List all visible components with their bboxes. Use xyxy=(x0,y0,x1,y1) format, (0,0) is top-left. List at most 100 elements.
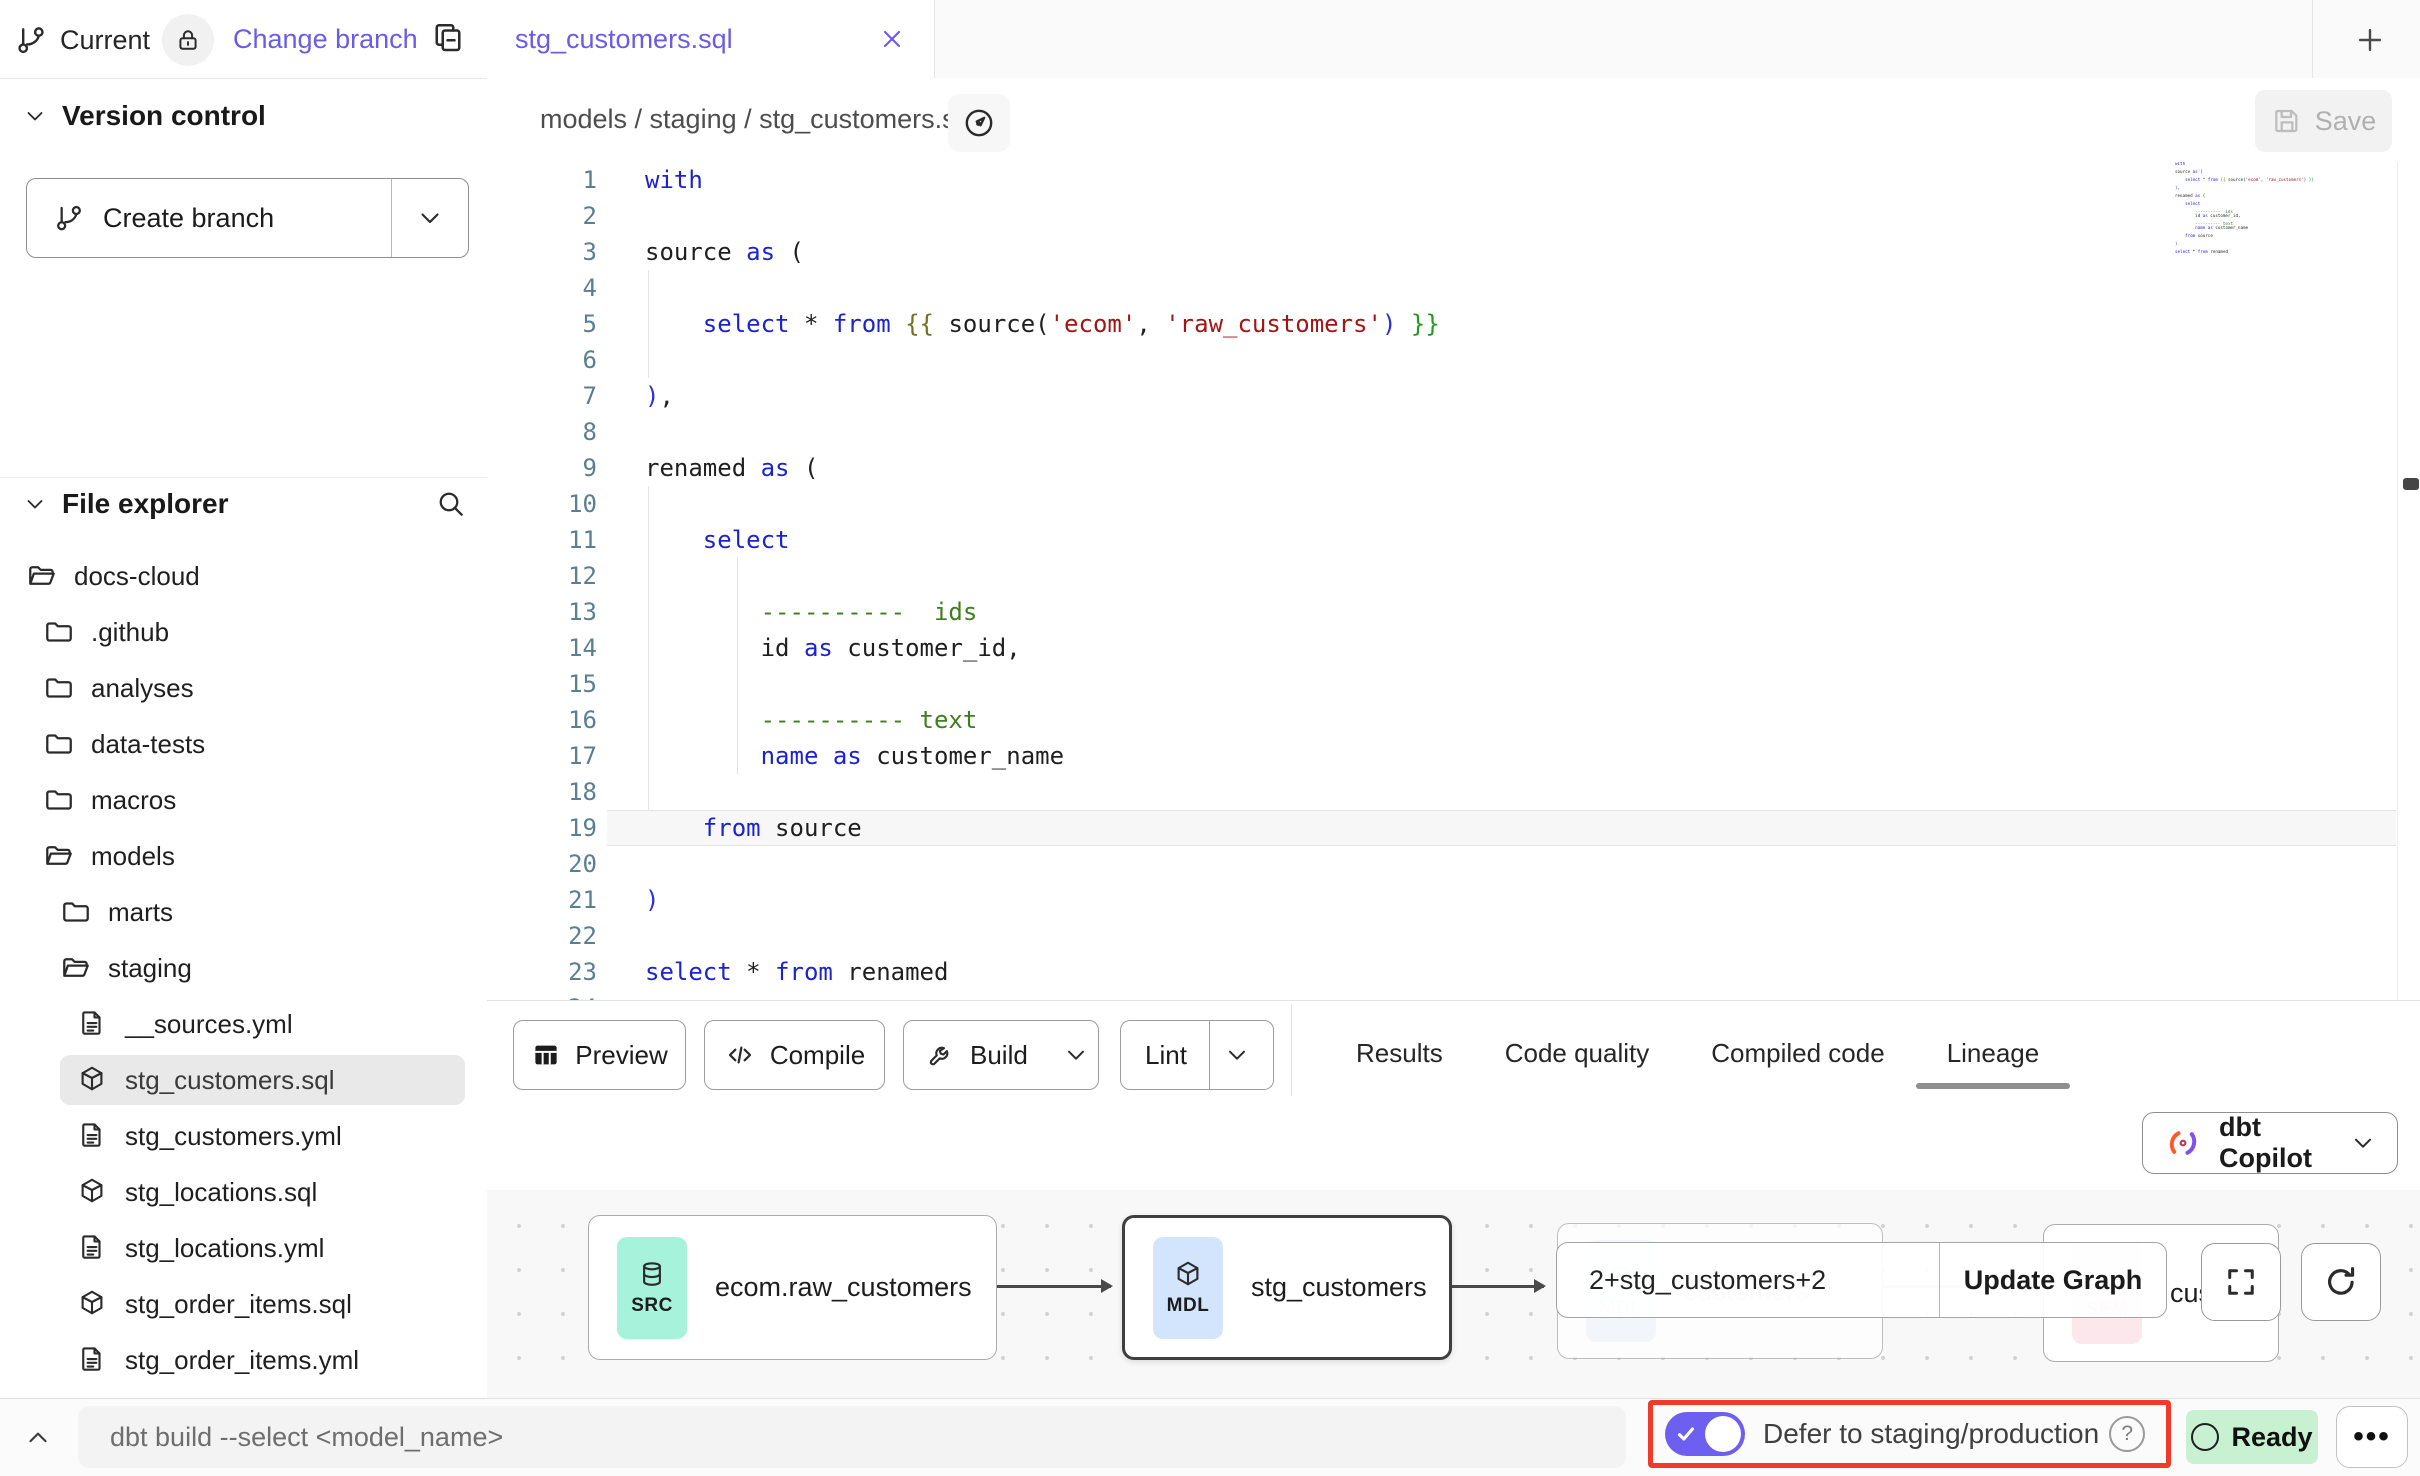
tab-stg-customers-sql[interactable]: stg_customers.sql xyxy=(487,0,935,78)
source-badge: SRC xyxy=(617,1237,687,1339)
panel-tab-results[interactable]: Results xyxy=(1325,1038,1474,1069)
folder-icon xyxy=(43,672,75,704)
file-tree-label: .github xyxy=(91,617,169,648)
line-number: 6 xyxy=(487,342,597,378)
divider xyxy=(1291,1004,1292,1096)
panel-tab-code-quality[interactable]: Code quality xyxy=(1474,1038,1681,1069)
lineage-node-stg-customers[interactable]: MDL stg_customers xyxy=(1122,1215,1452,1360)
current-branch[interactable]: Current xyxy=(14,20,214,60)
build-label: Build xyxy=(970,1040,1028,1071)
file-explorer-header[interactable]: File explorer xyxy=(22,488,467,520)
folder-icon xyxy=(43,728,75,760)
build-button[interactable]: Build xyxy=(903,1020,1099,1090)
model-icon xyxy=(77,1288,109,1320)
indent-guide xyxy=(737,558,738,774)
code-line: ---------- ids xyxy=(645,594,977,630)
lineage-canvas[interactable]: MDL customers SEM customers SRC ecom.raw… xyxy=(487,1190,2420,1398)
current-line-highlight xyxy=(607,810,2396,846)
file-item-stg_order_items.sql[interactable]: stg_order_items.sql xyxy=(0,1276,487,1332)
line-number: 7 xyxy=(487,378,597,414)
fullscreen-button[interactable] xyxy=(2201,1243,2281,1321)
folder-item-analyses[interactable]: analyses xyxy=(0,660,487,716)
indent-guide xyxy=(648,270,649,378)
code-line: renamed as ( xyxy=(645,450,818,486)
folder-item-macros[interactable]: macros xyxy=(0,772,487,828)
command-text: dbt build --select <model_name> xyxy=(110,1422,503,1453)
file-icon xyxy=(77,1344,109,1376)
line-number: 20 xyxy=(487,846,597,882)
copy-icon[interactable] xyxy=(430,20,466,56)
copilot-gauge-icon[interactable] xyxy=(948,94,1010,152)
close-icon[interactable] xyxy=(878,25,906,53)
minimap[interactable]: withsource as ( select * from {{ source(… xyxy=(2175,162,2365,258)
chevron-down-icon xyxy=(22,491,48,517)
update-graph-button[interactable]: Update Graph xyxy=(1940,1265,2166,1296)
file-tree-label: __sources.yml xyxy=(125,1009,293,1040)
panel-tab-lineage[interactable]: Lineage xyxy=(1916,1038,2071,1069)
file-item-stg_customers.sql[interactable]: stg_customers.sql xyxy=(0,1052,487,1108)
save-button[interactable]: Save xyxy=(2255,90,2392,152)
refresh-button[interactable] xyxy=(2301,1243,2381,1321)
folder-open-icon xyxy=(26,560,58,592)
chevron-down-icon[interactable] xyxy=(1062,1041,1090,1069)
preview-button[interactable]: Preview xyxy=(513,1020,686,1090)
dbt-copilot-button[interactable]: dbt Copilot xyxy=(2142,1112,2398,1174)
create-branch-button[interactable]: Create branch xyxy=(26,178,469,258)
file-tree-label: stg_customers.yml xyxy=(125,1121,342,1152)
code-line: select xyxy=(645,522,790,558)
chevron-down-icon[interactable] xyxy=(415,203,445,233)
more-options-button[interactable]: ••• xyxy=(2336,1406,2408,1468)
panel-tab-compiled-code[interactable]: Compiled code xyxy=(1680,1038,1915,1069)
lineage-node-ecom-raw-customers[interactable]: SRC ecom.raw_customers xyxy=(588,1215,997,1360)
folder-item-models[interactable]: models xyxy=(0,828,487,884)
folder-item-data-tests[interactable]: data-tests xyxy=(0,716,487,772)
line-number: 4 xyxy=(487,270,597,306)
line-number: 5 xyxy=(487,306,597,342)
file-icon xyxy=(77,1120,109,1152)
code-editor[interactable]: 123456789101112131415161718192021222324 … xyxy=(487,162,2420,1000)
defer-highlight-box: Defer to staging/production ? xyxy=(1648,1400,2171,1468)
file-tree-label: docs-cloud xyxy=(74,561,200,592)
lineage-selector-input[interactable]: 2+stg_customers+2 xyxy=(1557,1265,1939,1296)
lint-button[interactable]: Lint xyxy=(1120,1020,1274,1090)
folder-item-.github[interactable]: .github xyxy=(0,604,487,660)
branch-name: Current xyxy=(60,25,150,56)
file-item-stg_customers.yml[interactable]: stg_customers.yml xyxy=(0,1108,487,1164)
file-item-stg_order_items.yml[interactable]: stg_order_items.yml xyxy=(0,1332,487,1388)
copilot-label: dbt Copilot xyxy=(2219,1112,2333,1174)
file-item-stg_locations.sql[interactable]: stg_locations.sql xyxy=(0,1164,487,1220)
toggle-knob xyxy=(1705,1416,1741,1452)
line-number: 2 xyxy=(487,198,597,234)
table-icon xyxy=(531,1040,561,1070)
version-control-title: Version control xyxy=(62,100,266,132)
indent-guide xyxy=(648,486,649,810)
git-branch-icon xyxy=(53,202,85,234)
help-icon[interactable]: ? xyxy=(2109,1416,2145,1452)
new-tab-button[interactable] xyxy=(2348,22,2392,58)
node-label: stg_customers xyxy=(1251,1272,1427,1303)
folder-open-icon xyxy=(43,840,75,872)
file-tree-label: data-tests xyxy=(91,729,205,760)
file-icon xyxy=(77,1232,109,1264)
file-icon xyxy=(77,1008,109,1040)
folder-item-staging[interactable]: staging xyxy=(0,940,487,996)
compile-button[interactable]: Compile xyxy=(704,1020,885,1090)
code-line: from source xyxy=(645,810,862,846)
model-icon xyxy=(77,1176,109,1208)
scrollbar-thumb[interactable] xyxy=(2403,478,2419,490)
version-control-header[interactable]: Version control xyxy=(22,100,266,132)
git-branch-icon xyxy=(14,23,48,57)
file-item-__sources.yml[interactable]: __sources.yml xyxy=(0,996,487,1052)
file-tree-label: stg_locations.yml xyxy=(125,1233,324,1264)
change-branch-link[interactable]: Change branch xyxy=(233,24,418,55)
chevron-up-icon[interactable] xyxy=(16,1420,60,1456)
dbt-ide-window: Current Change branch Version control Cr… xyxy=(0,0,2420,1476)
defer-toggle[interactable] xyxy=(1665,1412,1745,1456)
file-item-stg_locations.yml[interactable]: stg_locations.yml xyxy=(0,1220,487,1276)
folder-item-marts[interactable]: marts xyxy=(0,884,487,940)
command-input[interactable]: dbt build --select <model_name> xyxy=(78,1406,1626,1468)
search-icon[interactable] xyxy=(435,488,467,520)
lineage-edge xyxy=(997,1285,1111,1288)
folder-item-docs-cloud[interactable]: docs-cloud xyxy=(0,548,487,604)
chevron-down-icon[interactable] xyxy=(1223,1041,1251,1069)
